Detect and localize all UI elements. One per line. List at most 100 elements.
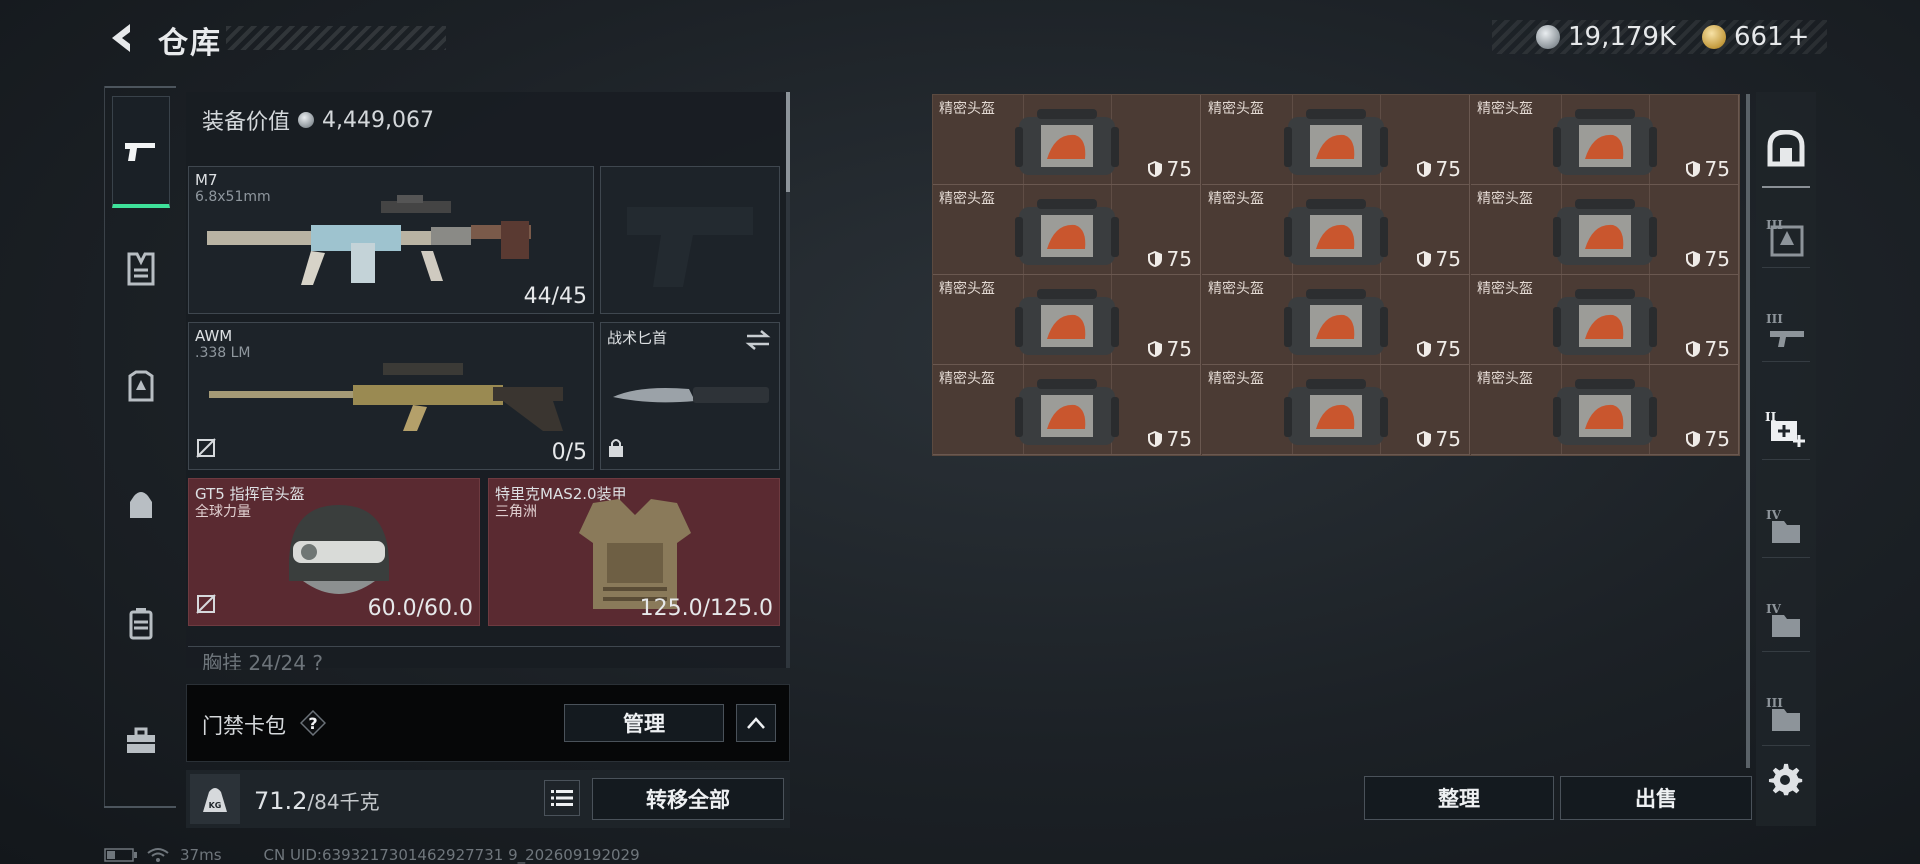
rifle-image [207, 195, 531, 285]
stash-scrollbar[interactable] [1746, 94, 1750, 768]
stash-item-cell[interactable]: 精密头盔 75 [933, 95, 1201, 185]
equip-value-label: 装备价值 [202, 110, 291, 135]
chest-rig-section[interactable]: 胸挂 24/24 ? [188, 646, 780, 670]
shield-icon [1147, 431, 1162, 447]
stash-item-cell[interactable]: 精密头盔 75 [1202, 275, 1470, 365]
item-protection-level: 75 [1685, 157, 1730, 181]
stash-item-cell[interactable]: 精密头盔 75 [1471, 185, 1739, 275]
item-name: 精密头盔 [1208, 281, 1264, 297]
helmet-case-icon [1553, 379, 1657, 445]
back-button[interactable] [104, 20, 140, 56]
case-icon [129, 608, 153, 640]
manage-button[interactable]: 管理 [564, 704, 724, 742]
weight-current: 71.2 [254, 787, 308, 815]
weight-max: /84千克 [307, 790, 380, 814]
stash-item-cell[interactable]: 精密头盔 75 [1471, 365, 1739, 455]
equip-value: 装备价值 4,449,067 [202, 104, 434, 136]
unmodifiable-icon [195, 593, 217, 619]
stash-item-cell[interactable]: 精密头盔 75 [933, 275, 1201, 365]
stash-item-cell[interactable]: 精密头盔 75 [933, 365, 1201, 455]
nav-toolbox-tab[interactable] [112, 712, 170, 770]
nav-weapons-tab[interactable] [112, 96, 170, 208]
weight-readout: 71.2/84千克 [254, 786, 380, 815]
stash-tab-2-add[interactable]: II [1762, 398, 1810, 460]
svg-text:III: III [1766, 696, 1783, 710]
item-level-value: 75 [1704, 337, 1730, 361]
helmet-case-icon [1553, 199, 1657, 265]
stash-tier3-armor-icon: III [1766, 218, 1804, 256]
shield-icon [1685, 431, 1700, 447]
primary-weapon-slot-1[interactable]: M7 6.8x51mm 44/45 [188, 166, 594, 314]
add-currency-button[interactable]: + [1788, 22, 1810, 52]
helmet-case-icon [1015, 379, 1119, 445]
shield-icon [1416, 251, 1431, 267]
helmet-case-icon [1553, 289, 1657, 355]
stash-tab-4b[interactable]: IV [1762, 590, 1810, 652]
collapse-button[interactable] [736, 704, 776, 742]
helmet-slot[interactable]: GT5 指挥官头盔 全球力量 60.0/60.0 [188, 478, 480, 626]
melee-slot[interactable]: 战术匕首 [600, 322, 780, 470]
helmet-case-icon [1015, 109, 1119, 175]
svg-text:III: III [1766, 218, 1783, 232]
equip-value-amount: 4,449,067 [322, 107, 434, 133]
nav-armor-tab[interactable] [112, 358, 170, 416]
unmodifiable-icon [195, 437, 217, 463]
armor-slot[interactable]: 特里克MAS2.0装甲 三角洲 125.0/125.0 [488, 478, 780, 626]
item-name: 精密头盔 [939, 101, 995, 117]
item-name: 精密头盔 [939, 371, 995, 387]
weapon-ammo-count: 0/5 [551, 440, 587, 465]
gold-currency[interactable]: 661 + [1702, 22, 1809, 52]
silver-coin-icon [298, 112, 315, 128]
toolbox-icon [127, 727, 155, 753]
list-view-button[interactable] [544, 780, 580, 816]
armor-icon [128, 370, 154, 402]
item-level-value: 75 [1166, 337, 1192, 361]
help-button[interactable]: ? [300, 710, 326, 736]
gear-icon [1768, 763, 1803, 796]
stash-item-cell[interactable]: 精密头盔 75 [933, 185, 1201, 275]
helmet-case-icon [1553, 109, 1657, 175]
chevron-up-icon [747, 717, 765, 729]
item-name: 精密头盔 [939, 191, 995, 207]
stash-item-cell[interactable]: 精密头盔 75 [1202, 185, 1470, 275]
empty-pistol-silhouette-icon [627, 207, 753, 287]
primary-weapon-slot-2[interactable]: AWM .338 LM 0/5 [188, 322, 594, 470]
item-protection-level: 75 [1685, 337, 1730, 361]
stash-tab-main[interactable] [1762, 112, 1810, 188]
shield-icon [1685, 341, 1700, 357]
sell-button[interactable]: 出售 [1560, 776, 1752, 820]
nav-backpack-tab[interactable] [112, 476, 170, 534]
transfer-all-button[interactable]: 转移全部 [592, 778, 784, 820]
shield-icon [1685, 251, 1700, 267]
settings-button[interactable] [1768, 762, 1804, 798]
stash-tab-3b[interactable]: III [1762, 300, 1810, 362]
swap-icon[interactable] [745, 329, 771, 355]
secondary-weapon-slot[interactable] [600, 166, 780, 314]
vest-icon [127, 252, 155, 286]
stash-tab-4a[interactable]: IV [1762, 496, 1810, 558]
organize-button[interactable]: 整理 [1364, 776, 1554, 820]
list-icon [551, 790, 573, 806]
weapon-ammo-count: 44/45 [523, 284, 587, 309]
armor-faction: 三角洲 [495, 504, 537, 520]
left-nav-bottom-divider [104, 806, 176, 808]
item-name: 精密头盔 [1477, 371, 1533, 387]
stash-item-cell[interactable]: 精密头盔 75 [1202, 95, 1470, 185]
stash-tier3-folder-icon: III [1766, 696, 1800, 731]
stash-tier4-folder-icon-2: IV [1766, 602, 1800, 637]
stash-tab-3c[interactable]: III [1762, 684, 1810, 746]
helmet-case-icon [1284, 379, 1388, 445]
stash-tab-3a[interactable]: III [1762, 206, 1810, 268]
shield-icon [1416, 431, 1431, 447]
helmet-case-icon [1284, 289, 1388, 355]
nav-vest-tab[interactable] [112, 240, 170, 298]
stash-item-cell[interactable]: 精密头盔 75 [1471, 95, 1739, 185]
stash-item-cell[interactable]: 精密头盔 75 [1202, 365, 1470, 455]
helmet-case-icon [1015, 289, 1119, 355]
nav-case-tab[interactable] [112, 594, 170, 652]
silver-currency[interactable]: 19,179K [1536, 22, 1676, 52]
loadout-scroll-thumb[interactable] [786, 92, 790, 192]
stash-tier2-medical-add-icon: II [1765, 410, 1805, 447]
stash-item-cell[interactable]: 精密头盔 75 [1471, 275, 1739, 365]
gold-coin-icon [1702, 25, 1726, 49]
